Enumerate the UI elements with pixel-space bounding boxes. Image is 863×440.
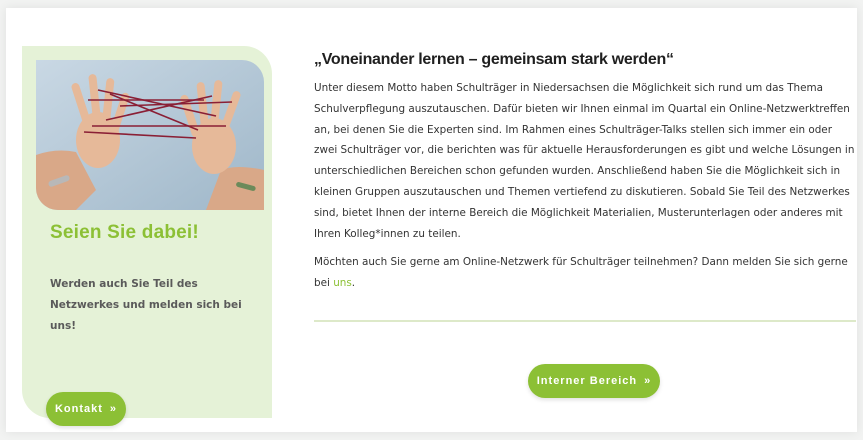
- contact-button-label: Kontakt: [54, 403, 103, 415]
- internal-area-button-label: Interner Bereich: [536, 375, 638, 387]
- card-title: Seien Sie dabei!: [50, 222, 199, 243]
- paragraph-2-text: Möchten auch Sie gerne am Online-Netzwer…: [314, 256, 848, 290]
- chevron-right-icon: »: [109, 403, 118, 415]
- contact-button[interactable]: Kontakt »: [46, 392, 126, 426]
- join-card: Seien Sie dabei! Werden auch Sie Teil de…: [22, 46, 272, 426]
- card-text: Werden auch Sie Teil des Netzwerkes und …: [50, 278, 242, 332]
- article-heading: „Voneinander lernen – gemeinsam stark we…: [314, 51, 674, 68]
- contact-link[interactable]: uns: [333, 277, 352, 289]
- article-paragraph-1: Unter diesem Motto haben Schulträger in …: [314, 82, 855, 240]
- article-body: Unter diesem Motto haben Schulträger in …: [314, 78, 856, 294]
- article-paragraph-2: Möchten auch Sie gerne am Online-Netzwer…: [314, 252, 856, 294]
- internal-area-button[interactable]: Interner Bereich »: [528, 364, 660, 398]
- hands-string-photo: [36, 60, 264, 210]
- content-section: Seien Sie dabei! Werden auch Sie Teil de…: [6, 8, 857, 432]
- paragraph-2-end: .: [351, 277, 356, 290]
- divider: [314, 320, 856, 322]
- chevron-right-icon: »: [644, 375, 652, 387]
